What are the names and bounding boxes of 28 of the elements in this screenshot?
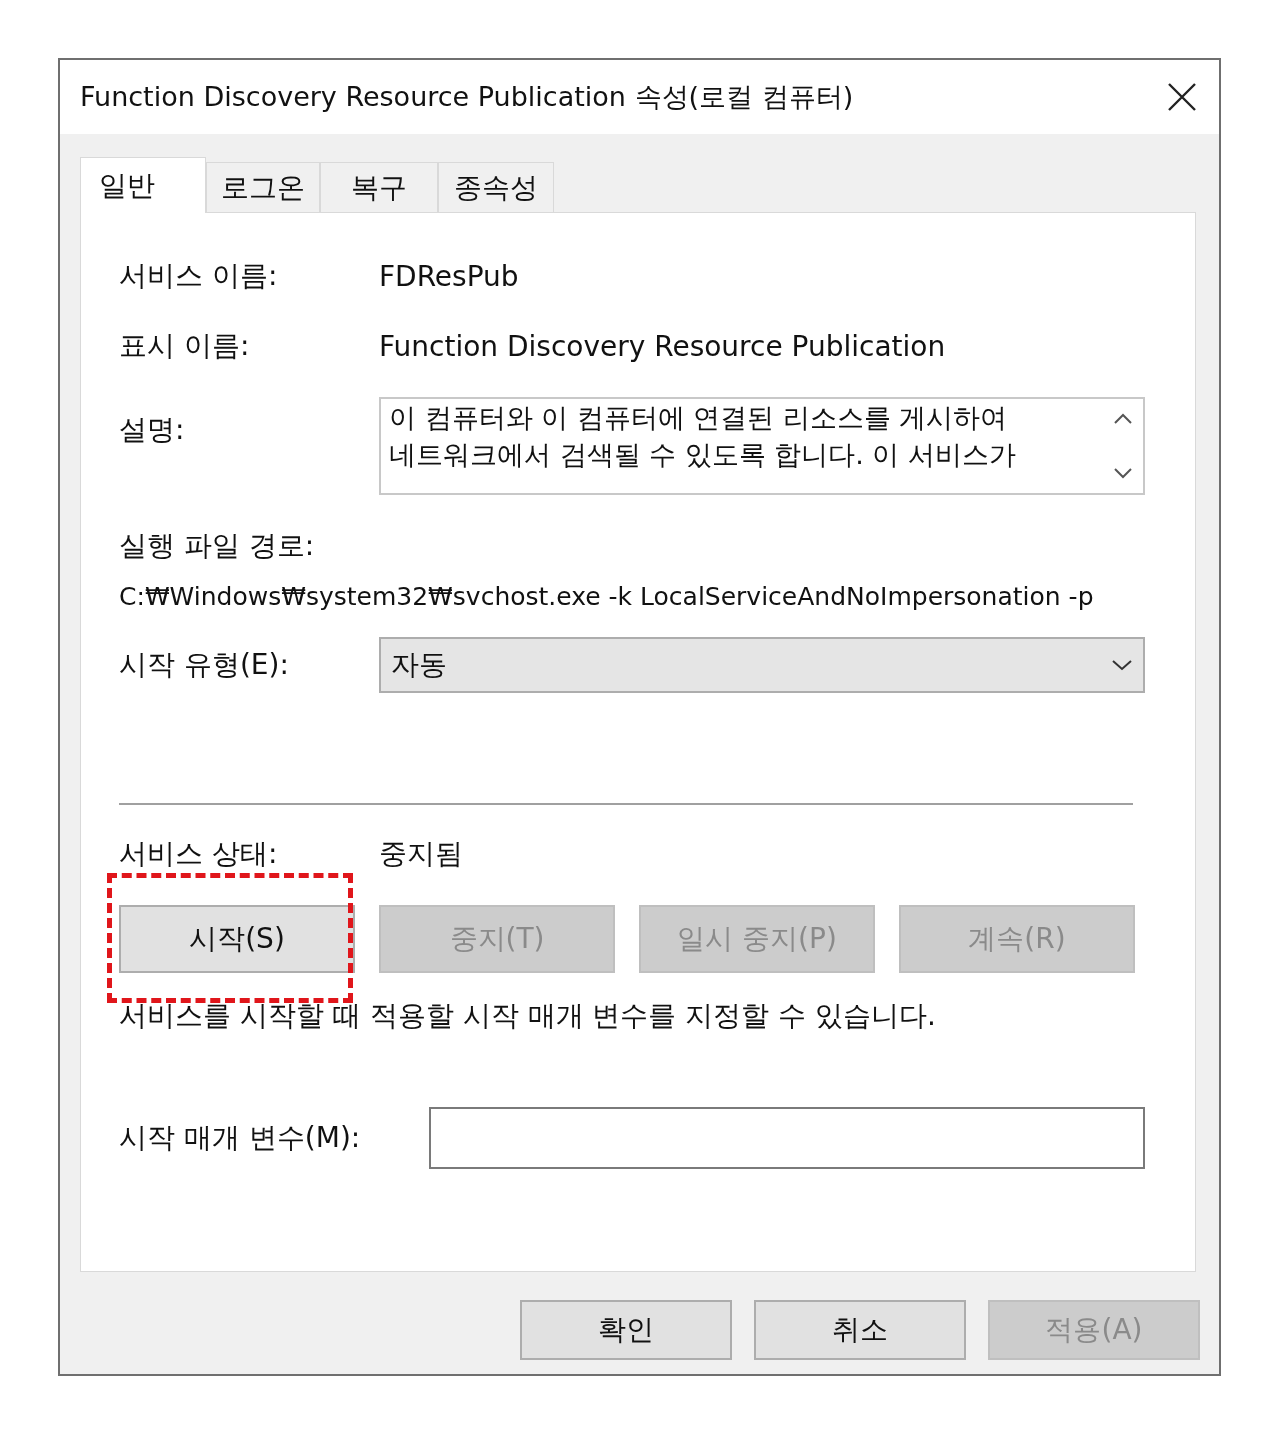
service-button[interactable]: 시작(S)	[119, 905, 355, 973]
field-label: 서비스 이름:	[119, 258, 279, 294]
field-label: 실행 파일 경로:	[119, 528, 316, 564]
field-label: 설명:	[119, 412, 186, 448]
field-value: FDResPub	[379, 259, 519, 293]
hint-text: 서비스를 시작할 때 적용할 시작 매개 변수를 지정할 수 있습니다.	[119, 998, 937, 1034]
close-icon[interactable]	[1167, 82, 1197, 112]
field-label: 시작 매개 변수(M):	[119, 1120, 362, 1156]
tab[interactable]: 복구	[320, 162, 438, 212]
tab[interactable]: 로그온	[206, 162, 320, 212]
field-label: 시작 유형(E):	[119, 647, 290, 683]
scroll-down-icon[interactable]	[1113, 467, 1133, 479]
start-parameters-field[interactable]	[429, 1107, 1145, 1169]
chevron-down-icon	[1111, 659, 1133, 671]
field-value: 중지됨	[379, 836, 463, 872]
dialog-button[interactable]: 확인	[520, 1300, 732, 1360]
field-label: 표시 이름:	[119, 328, 251, 364]
field-label: 서비스 상태:	[119, 836, 279, 872]
tab[interactable]: 일반	[80, 157, 206, 213]
startup-type-dropdown[interactable]: 자동	[379, 637, 1145, 693]
dialog-button[interactable]: 취소	[754, 1300, 966, 1360]
field-value: C:₩Windows₩system32₩svchost.exe -k LocalServiceAndNoImpersonation -p	[119, 581, 1094, 611]
description-text: 이 컴퓨터와 이 컴퓨터에 연결된 리소스를 게시하여 네트워크에서 검색될 수 있도록 합니다. 이 서비스가	[388, 401, 1018, 472]
description-field[interactable]: 이 컴퓨터와 이 컴퓨터에 연결된 리소스를 게시하여 네트워크에서 검색될 수 있도록 합니다. 이 서비스가	[379, 397, 1145, 495]
window-title: Function Discovery Resource Publication 속성(로컬 컴퓨터)	[80, 80, 854, 114]
tab[interactable]: 종속성	[438, 162, 554, 212]
field-value: Function Discovery Resource Publication	[379, 329, 946, 363]
scroll-up-icon[interactable]	[1113, 413, 1133, 425]
